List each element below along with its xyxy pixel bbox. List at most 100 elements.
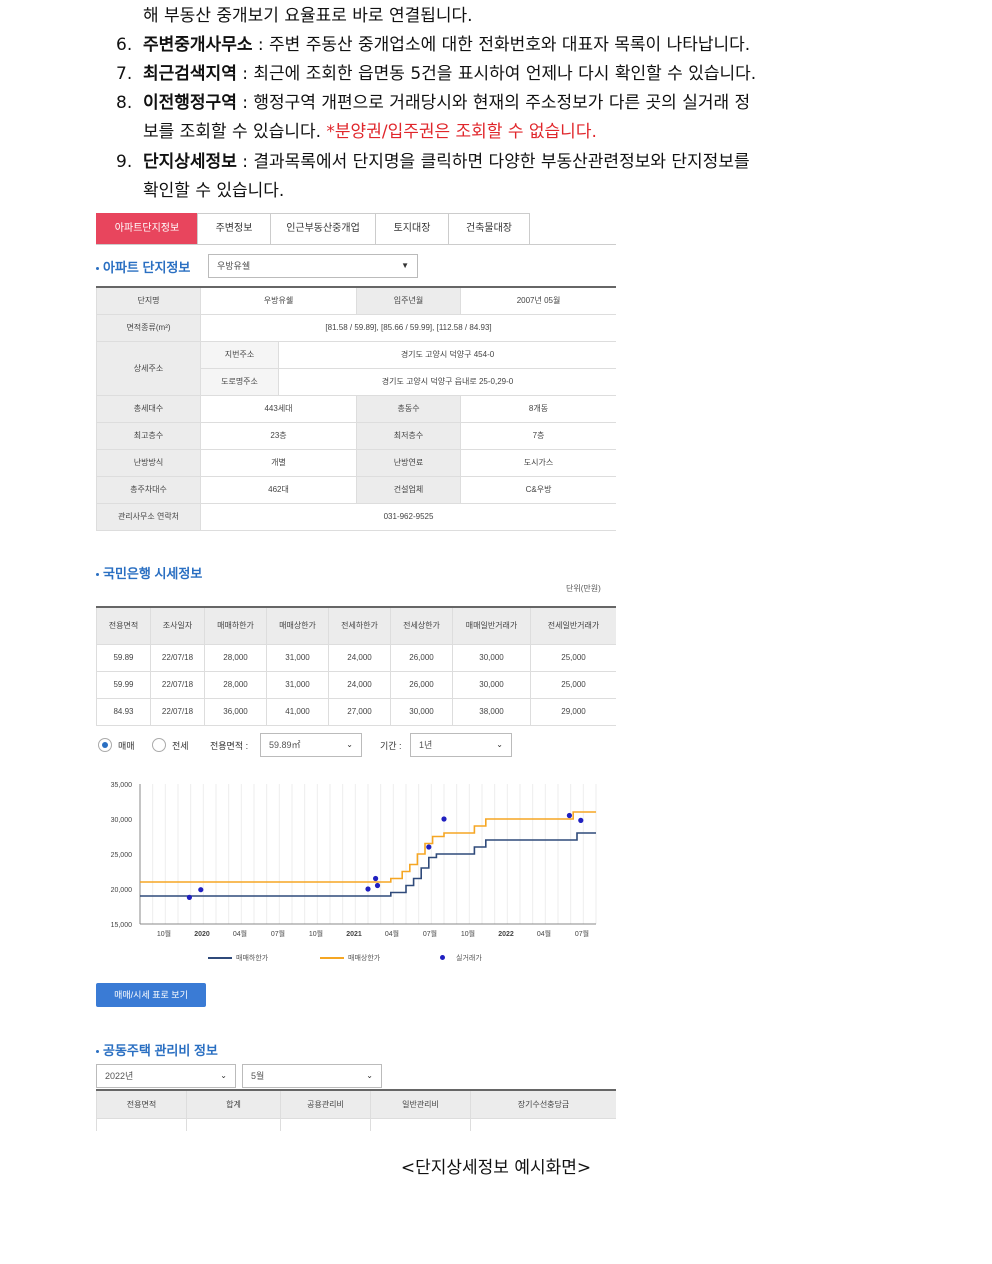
scatter-point (186, 894, 192, 900)
cell-label: 총주차대수 (96, 475, 201, 504)
cell-value: 7층 (460, 421, 616, 450)
table-row: 59.89 22/07/18 28,000 31,000 24,000 26,000 30,… (96, 643, 616, 672)
x-tick-label: 04월 (385, 929, 399, 938)
scatter-point (198, 887, 204, 893)
view-table-button[interactable]: 매매/시세 표로 보기 (96, 983, 206, 1007)
x-tick-label: 07월 (271, 929, 285, 938)
legend-dot-actual (440, 955, 445, 960)
table-cell: 36,000 (204, 697, 267, 726)
figure-caption: <단지상세정보 예시화면> (400, 1158, 592, 1178)
tab-apartment-info[interactable]: 아파트단지정보 (96, 213, 198, 245)
column-header: 전세하한가 (328, 606, 391, 645)
item-text: : 결과목록에서 단지명을 클릭하면 다양한 부동산관련정보와 단지정보를 (236, 152, 750, 172)
cell-label: 총동수 (356, 394, 462, 423)
cell-value: 23층 (199, 421, 358, 450)
column-header: 일반관리비 (370, 1089, 471, 1119)
cell-label: 입주년월 (356, 286, 462, 315)
cell-value: [81.58 / 59.89], [85.66 / 59.99], [112.5… (199, 313, 616, 342)
item-term: 단지상세정보 (143, 152, 237, 172)
cell-value: 462대 (199, 475, 358, 504)
section-title-apartment: 아파트 단지정보 (96, 257, 190, 276)
warning-text: *분양권/입주권은 조회할 수 없습니다. (326, 122, 597, 142)
scatter-point (426, 844, 432, 850)
period-select[interactable]: 1년 ⌄ (410, 733, 512, 757)
cell-value: 443세대 (199, 394, 358, 423)
x-tick-label: 07월 (423, 929, 437, 938)
section-title-kb: 국민은행 시세정보 (96, 563, 202, 582)
list-item-8-cont: 보를 조회할 수 있습니다. *분양권/입주권은 조회할 수 없습니다. (143, 121, 597, 143)
item-number: 9. (116, 152, 133, 172)
cell-value: 우방유쉘 (199, 286, 358, 315)
y-tick-label: 25,000 (111, 852, 133, 859)
jeonse-label: 전세 (172, 741, 189, 751)
x-tick-label: 07월 (575, 929, 589, 938)
column-header: 장기수선충당금 (470, 1089, 616, 1119)
month-select[interactable]: 5월 ⌄ (242, 1064, 382, 1088)
tab-nearby-brokers[interactable]: 인근부동산중개업 (270, 213, 376, 245)
text-line: 해 부동산 중개보기 요율표로 바로 연결됩니다. (143, 6, 473, 26)
sale-radio[interactable] (98, 738, 112, 752)
item-text: : 주변 주동산 중개업소에 대한 전화번호와 대표자 목록이 나타납니다. (252, 35, 751, 55)
complex-info-table: 단지명 우방유쉘 입주년월 2007년 05월 면적종류(m²) [81.58 / 59… (96, 286, 616, 531)
legend-actual: 실거래가 (456, 955, 482, 962)
chevron-down-icon: ⌄ (366, 1071, 373, 1080)
y-tick-label: 20,000 (111, 887, 133, 894)
list-item-7: 최근검색지역 : 최근에 조회한 읍면동 5건을 표시하여 언제나 다시 확인할… (143, 63, 756, 85)
table-cell: 59.89 (96, 643, 151, 672)
tab-land-register[interactable]: 토지대장 (375, 213, 449, 245)
list-item-6: 주변중개사무소 : 주변 주동산 중개업소에 대한 전화번호와 대표자 목록이 … (143, 34, 750, 56)
tab-building-register[interactable]: 건축물대장 (448, 213, 530, 245)
cell-label: 난방방식 (96, 448, 201, 477)
cell-label: 관리사무소 연락처 (96, 502, 201, 531)
table-cell: 27,000 (328, 697, 391, 726)
column-header: 전세상한가 (390, 606, 453, 645)
table-cell: 31,000 (266, 643, 329, 672)
legend-high: 매매상한가 (348, 955, 381, 962)
area-select[interactable]: 59.89㎡ ⌄ (260, 733, 362, 757)
scatter-point (566, 812, 572, 819)
item-text: : 최근에 조회한 읍면동 5건을 표시하여 언제나 다시 확인할 수 있습니다… (236, 64, 757, 84)
mgmt-fee-table: 전용면적 합계 공용관리비 일반관리비 장기수선충당금 (96, 1089, 616, 1131)
kb-price-table: 전용면적 조사일자 매매하한가 매매상한가 전세하한가 전세상한가 매매일반거래가 전세일반거… (96, 606, 616, 726)
table-cell: 22/07/18 (150, 670, 205, 699)
cell-value: 8개동 (460, 394, 616, 423)
column-header: 매매일반거래가 (452, 606, 531, 645)
item-term: 이전행정구역 (143, 93, 237, 113)
y-tick-label: 35,000 (111, 782, 133, 789)
year-select[interactable]: 2022년 ⌄ (96, 1064, 236, 1088)
x-tick-label: 2022 (498, 931, 514, 938)
tab-divider (96, 244, 616, 245)
x-tick-label: 2020 (194, 931, 210, 938)
scatter-point (578, 817, 584, 823)
list-item-8: 이전행정구역 : 행정구역 개편으로 거래당시와 현재의 주소정보가 다른 곳의… (143, 92, 750, 114)
table-cell: 59.99 (96, 670, 151, 699)
cell-value: 개별 (199, 448, 358, 477)
legend-line-low (208, 957, 232, 959)
tab-nearby-info[interactable]: 주변정보 (197, 213, 271, 245)
table-cell: 41,000 (266, 697, 329, 726)
table-cell: 30,000 (452, 643, 531, 672)
table-cell: 30,000 (390, 697, 453, 726)
scatter-point (374, 882, 381, 889)
scatter-point (373, 875, 379, 882)
item-term: 최근검색지역 (143, 64, 237, 84)
y-tick-label: 30,000 (111, 817, 133, 824)
table-cell: 31,000 (266, 670, 329, 699)
x-tick-label: 10월 (461, 929, 475, 938)
tab-bar: 아파트단지정보 주변정보 인근부동산중개업 토지대장 건축물대장 (96, 213, 530, 245)
item-text: : 행정구역 개편으로 거래당시와 현재의 주소정보가 다른 곳의 실거래 정 (236, 93, 751, 113)
chevron-down-icon: ⌄ (496, 740, 503, 749)
price-chart: 35,000 30,000 25,000 20,000 15,000 10월 2020 04월… (111, 782, 597, 938)
table-cell: 84.93 (96, 697, 151, 726)
table-cell: 24,000 (328, 670, 391, 699)
jeonse-radio[interactable] (152, 738, 166, 752)
x-tick-label: 10월 (309, 929, 323, 938)
table-cell: 25,000 (530, 643, 616, 672)
complex-select[interactable]: 우방유쉘 ▼ (208, 254, 418, 278)
column-header: 전세일반거래가 (530, 606, 616, 645)
cell-value: 2007년 05월 (460, 286, 616, 315)
complex-detail-screenshot: 아파트단지정보 주변정보 인근부동산중개업 토지대장 건축물대장 아파트 단지정… (96, 213, 616, 1131)
list-item-9-cont: 확인할 수 있습니다. (143, 181, 285, 201)
chevron-down-icon: ⌄ (220, 1071, 227, 1080)
list-item-9: 단지상세정보 : 결과목록에서 단지명을 클릭하면 다양한 부동산관련정보와 단… (143, 151, 750, 173)
